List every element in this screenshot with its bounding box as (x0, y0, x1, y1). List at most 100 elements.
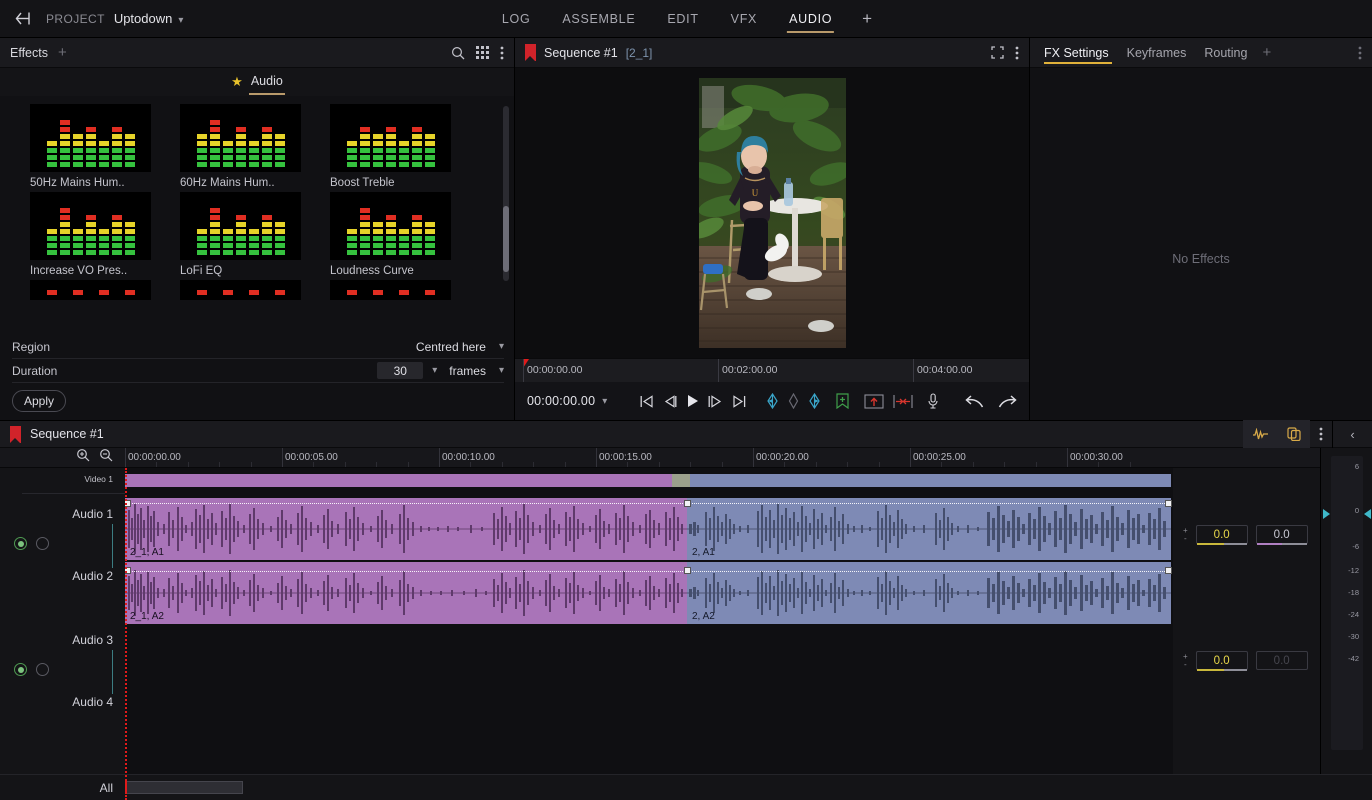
insert-above-icon[interactable] (864, 394, 884, 409)
video-clip-purple[interactable] (125, 474, 672, 487)
audio-clip[interactable]: 2, A1 (687, 498, 1171, 560)
audio-clip[interactable]: 2, A2 (687, 562, 1171, 624)
duplicate-icon[interactable] (1278, 420, 1310, 448)
horizontal-scrollbar-track[interactable] (125, 781, 1372, 794)
add-keyframe-icon[interactable] (788, 393, 799, 409)
grid-view-icon[interactable] (476, 46, 489, 59)
add-clip-icon[interactable] (835, 393, 850, 409)
search-icon[interactable] (451, 46, 465, 60)
add-effects-panel-button[interactable]: + (58, 45, 67, 60)
clip-handle[interactable] (1165, 567, 1172, 574)
effect-item[interactable]: Loudness Curve (330, 192, 480, 277)
project-name-dropdown[interactable]: Uptodown▾ (114, 11, 184, 26)
step-back-icon[interactable] (663, 395, 677, 408)
clip-label: 2_1, A1 (130, 547, 164, 558)
go-to-start-icon[interactable] (640, 395, 654, 408)
clip-handle[interactable] (1165, 500, 1172, 507)
track-header-list: Video 1 Audio 1 Audio 2 Audio 3 Audio 4 (0, 468, 125, 800)
fader-stepper[interactable]: +- (1183, 651, 1188, 670)
track-enable-radio-off[interactable] (36, 663, 49, 676)
current-timecode[interactable]: 00:00:00.00 (527, 394, 595, 408)
step-forward-icon[interactable] (708, 395, 723, 408)
effect-item[interactable] (30, 280, 180, 300)
more-options-icon[interactable] (500, 46, 504, 60)
effect-item[interactable] (330, 280, 480, 300)
effect-item[interactable]: Boost Treble (330, 104, 480, 189)
duration-input[interactable]: 30 (377, 362, 423, 379)
duration-stepper-chevron-icon[interactable]: ▾ (432, 365, 437, 376)
effects-scrollbar-thumb[interactable] (503, 206, 509, 272)
volume-input[interactable]: 0.0 (1196, 525, 1248, 544)
duration-unit-dropdown[interactable]: frames ▾ (449, 364, 504, 378)
mark-out-icon[interactable] (808, 393, 821, 409)
timecode-chevron-down-icon[interactable]: ▾ (602, 396, 607, 407)
clip-canvas[interactable]: 2_1, A1 (125, 468, 1173, 800)
tab-routing[interactable]: Routing (1195, 38, 1256, 67)
pan-input[interactable]: 0.0 (1256, 651, 1308, 670)
meter-marker-right-icon[interactable] (1364, 509, 1371, 519)
effect-label: LoFi EQ (180, 265, 330, 277)
meter-tick: -24 (1348, 610, 1359, 619)
effect-item[interactable]: LoFi EQ (180, 192, 330, 277)
video-clip-transition[interactable] (672, 474, 690, 487)
pan-input[interactable]: 0.0 (1256, 525, 1308, 544)
ripple-delete-icon[interactable] (893, 394, 913, 409)
effects-subtab-audio[interactable]: Audio (251, 74, 283, 91)
collapse-panel-icon[interactable]: ‹ (1332, 420, 1372, 448)
viewer-ruler[interactable]: 00:00:00.00 00:02:00.00 00:04:00.00 (515, 358, 1029, 382)
tab-edit[interactable]: EDIT (651, 0, 714, 37)
meter-marker-left-icon[interactable] (1323, 509, 1330, 519)
viewer-panel: Sequence #1 [2_1] (515, 38, 1030, 420)
more-options-icon[interactable] (1358, 46, 1362, 60)
audio-waveform-icon[interactable] (1243, 420, 1278, 448)
effect-item[interactable]: Increase VO Pres.. (30, 192, 180, 277)
audio-clip[interactable]: 2_1, A2 (125, 562, 687, 624)
mark-in-icon[interactable] (766, 393, 779, 409)
star-icon[interactable]: ★ (231, 74, 243, 90)
play-icon[interactable] (686, 394, 699, 408)
fader-stepper[interactable]: +- (1183, 525, 1188, 544)
app-root: PROJECT Uptodown▾ LOG ASSEMBLE EDIT VFX … (0, 0, 1372, 800)
effect-item[interactable]: 50Hz Mains Hum.. (30, 104, 180, 189)
viewer-canvas[interactable]: U (515, 68, 1029, 358)
volume-input[interactable]: 0.0 (1196, 651, 1248, 670)
zoom-in-icon[interactable] (76, 448, 90, 467)
add-fx-tab-button[interactable]: + (1262, 45, 1271, 60)
voiceover-icon[interactable] (927, 393, 939, 409)
effects-scrollbar[interactable] (503, 106, 509, 281)
more-options-icon[interactable] (1310, 420, 1332, 448)
track-enable-radio-on[interactable] (14, 663, 27, 676)
zoom-out-icon[interactable] (99, 448, 113, 467)
fader-list: +- 0.0 0.0 +- 0.0 (1173, 468, 1320, 800)
effect-item[interactable] (180, 280, 330, 300)
clip-handle[interactable] (684, 500, 691, 507)
timeline-tracks-area[interactable]: 00:00:00.00 00:00:05.00 00:00:10.00 00:0… (125, 448, 1173, 800)
effect-item[interactable]: 60Hz Mains Hum.. (180, 104, 330, 189)
more-options-icon[interactable] (1015, 46, 1019, 60)
region-dropdown[interactable]: Centred here ▾ (416, 340, 504, 354)
go-to-end-icon[interactable] (732, 395, 747, 408)
apply-button[interactable]: Apply (12, 390, 66, 412)
timeline-ruler-label: 00:00:05.00 (285, 452, 338, 463)
tab-vfx[interactable]: VFX (715, 0, 773, 37)
audio-clip[interactable]: 2_1, A1 (125, 498, 687, 560)
tab-fx-settings[interactable]: FX Settings (1040, 38, 1118, 67)
add-tab-button[interactable]: + (848, 10, 886, 27)
undo-icon[interactable] (965, 393, 984, 409)
track-enable-radio-on[interactable] (14, 537, 27, 550)
tab-log[interactable]: LOG (486, 0, 547, 37)
video-clip-blue[interactable] (690, 474, 1171, 487)
tab-assemble[interactable]: ASSEMBLE (546, 0, 651, 37)
timeline-playhead[interactable] (125, 468, 127, 800)
waveform (125, 498, 687, 560)
tab-keyframes[interactable]: Keyframes (1118, 38, 1196, 67)
track-enable-radio-off[interactable] (36, 537, 49, 550)
timeline-ruler[interactable]: 00:00:00.00 00:00:05.00 00:00:10.00 00:0… (125, 448, 1173, 468)
fullscreen-icon[interactable] (991, 46, 1004, 59)
tab-audio[interactable]: AUDIO (773, 0, 848, 37)
viewer-ruler-label: 00:00:00.00 (527, 364, 582, 376)
clip-handle[interactable] (684, 567, 691, 574)
redo-icon[interactable] (998, 393, 1017, 409)
horizontal-scrollbar-thumb[interactable] (125, 781, 243, 794)
back-arrow-icon[interactable] (0, 11, 46, 26)
